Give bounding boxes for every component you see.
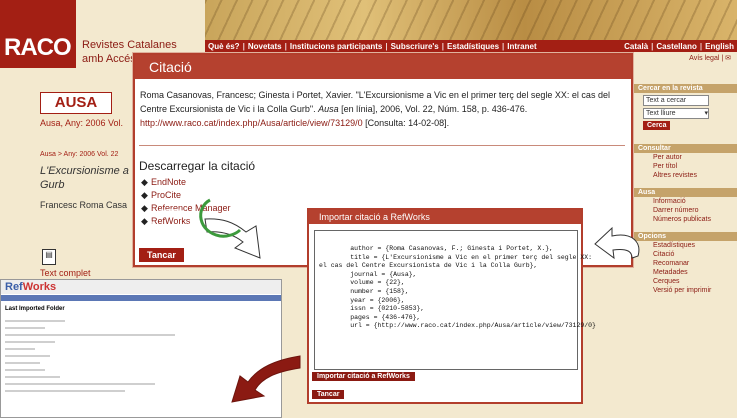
arrow-to-refworks-screen	[231, 355, 301, 403]
annotation-arrows	[149, 198, 640, 403]
arrow-to-refworks-option	[594, 226, 640, 260]
refworks-highlight-glow	[149, 209, 195, 229]
arrow-to-refworks-dialog	[204, 218, 261, 259]
